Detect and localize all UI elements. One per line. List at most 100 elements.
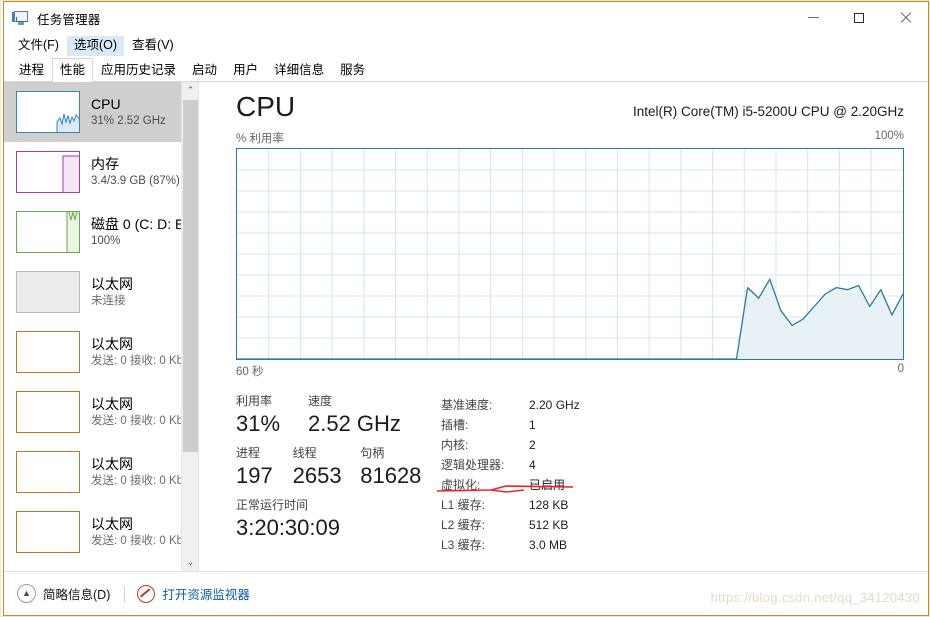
memory-thumbnail xyxy=(16,151,80,193)
disk-thumbnail xyxy=(16,211,80,253)
sidebar-item-title: 以太网 xyxy=(91,516,133,532)
sidebar-item-title: 以太网 xyxy=(91,336,133,352)
ethernet-thumbnail xyxy=(16,391,80,433)
stat-row-processes-threads-handles: 进程 197 线程 2653 句柄 81628 xyxy=(236,445,431,490)
fewer-details-button[interactable]: ▲ 简略信息(D) xyxy=(17,584,110,603)
sidebar-item-memory[interactable]: 内存 3.4/3.9 GB (87%) xyxy=(4,142,198,202)
sidebar-ethernet-text: 以太网 发送: 0 接收: 0 Kbp xyxy=(91,395,189,429)
menu-item-options[interactable]: 选项(O) xyxy=(66,35,125,56)
sidebar-item-sub: 发送: 0 接收: 0 Kbp xyxy=(91,535,190,547)
window-controls xyxy=(790,2,928,34)
sidebar-cpu-text: CPU 31% 2.52 GHz xyxy=(91,95,166,129)
spec-value: 2.20 GHz xyxy=(529,398,580,412)
ethernet-thumbnail xyxy=(16,271,80,313)
threads-label: 线程 xyxy=(292,446,317,460)
sidebar-item-sub: 未连接 xyxy=(91,295,126,307)
stats-area: 利用率 31% 速度 2.52 GHz 进程 197 线程 2653 句柄 81… xyxy=(199,379,928,555)
stat-uptime: 正常运行时间 3:20:30:09 xyxy=(236,497,431,542)
sidebar-item-title: CPU xyxy=(91,96,121,112)
tab-performance[interactable]: 性能 xyxy=(52,58,94,82)
sidebar-item-ethernet-3[interactable]: 以太网 发送: 0 接收: 0 Kbp xyxy=(4,442,198,502)
speed-label: 速度 xyxy=(308,394,333,408)
sidebar-item-cpu[interactable]: CPU 31% 2.52 GHz xyxy=(4,82,198,142)
minimize-button[interactable] xyxy=(790,2,836,33)
handles-label: 句柄 xyxy=(360,446,385,460)
ethernet-thumbnail xyxy=(16,451,80,493)
spec-key: L3 缓存: xyxy=(441,538,486,552)
minimize-icon xyxy=(807,17,819,18)
sidebar-item-ethernet-2[interactable]: 以太网 发送: 0 接收: 0 Kbp xyxy=(4,382,198,442)
sidebar-item-sub: 发送: 0 接收: 0 Kbp xyxy=(91,415,190,427)
ethernet-thumbnail xyxy=(16,331,80,373)
close-button[interactable] xyxy=(882,2,928,33)
stat-utilization: 利用率 31% xyxy=(236,393,308,438)
cpu-detail-panel: CPU Intel(R) Core(TM) i5-5200U CPU @ 2.2… xyxy=(199,82,928,571)
sidebar-disk-text: 磁盘 0 (C: D: E: 100% xyxy=(91,215,188,249)
spec-base-speed: 基准速度: 2.20 GHz xyxy=(441,395,580,415)
spec-key: L2 缓存: xyxy=(441,518,486,532)
tab-startup[interactable]: 启动 xyxy=(184,58,225,82)
threads-value: 2653 xyxy=(292,463,342,488)
spec-l1-cache: L1 缓存: 128 KB xyxy=(441,495,580,515)
spec-virtualization: 虚拟化: 已启用 xyxy=(441,475,580,495)
sidebar-ethernet-text: 以太网 发送: 0 接收: 0 Kbp xyxy=(91,455,189,489)
cpu-utilization-graph[interactable] xyxy=(236,148,904,360)
tab-users[interactable]: 用户 xyxy=(225,58,266,82)
utilization-value: 31% xyxy=(236,411,281,436)
maximize-button[interactable] xyxy=(836,2,882,33)
maximize-icon xyxy=(854,12,864,23)
tab-app-history[interactable]: 应用历史记录 xyxy=(93,58,184,82)
watermark-text: https://blog.csdn.net/qq_34120430 xyxy=(710,590,920,605)
sidebar-item-ethernet-1[interactable]: 以太网 发送: 0 接收: 0 Kbp xyxy=(4,322,198,382)
spec-key: 插槽: xyxy=(441,418,469,432)
chevron-up-icon: ▲ xyxy=(17,584,36,603)
task-manager-window: 任务管理器 文件(F) 选项(O) 查看(V) 进程 性能 应用历史记录 启动 … xyxy=(0,0,930,617)
resource-monitor-label: 打开资源监视器 xyxy=(162,588,250,602)
sidebar-item-title: 以太网 xyxy=(91,276,133,292)
spec-value: 128 KB xyxy=(529,498,569,512)
ethernet-thumbnail xyxy=(16,511,80,553)
spec-key: 内核: xyxy=(441,438,469,452)
window-frame: 任务管理器 文件(F) 选项(O) 查看(V) 进程 性能 应用历史记录 启动 … xyxy=(3,1,929,616)
sidebar-item-title: 内存 xyxy=(91,156,119,172)
y-axis-max-label: 100% xyxy=(874,130,904,142)
stats-left-column: 利用率 31% 速度 2.52 GHz 进程 197 线程 2653 句柄 81… xyxy=(236,393,431,555)
sidebar-scrollbar[interactable]: ⌃ ⌄ xyxy=(181,82,198,571)
menu-item-view[interactable]: 查看(V) xyxy=(125,36,181,56)
spec-logical-processors: 逻辑处理器: 4 xyxy=(441,455,580,475)
scroll-down-arrow-icon[interactable]: ⌄ xyxy=(182,554,198,571)
menu-item-file[interactable]: 文件(F) xyxy=(11,36,66,56)
spec-value: 已启用 xyxy=(529,478,566,492)
panel-header: CPU Intel(R) Core(TM) i5-5200U CPU @ 2.2… xyxy=(199,82,928,124)
x-axis-left-label: 60 秒 xyxy=(236,366,264,378)
tab-services[interactable]: 服务 xyxy=(332,58,373,82)
spec-l3-cache: L3 缓存: 3.0 MB xyxy=(441,535,580,555)
sidebar-item-ethernet-4[interactable]: 以太网 发送: 0 接收: 0 Kbp xyxy=(4,502,198,562)
spec-key: L1 缓存: xyxy=(441,498,486,512)
sidebar-item-sub: 31% 2.52 GHz xyxy=(91,115,166,127)
task-manager-icon xyxy=(12,9,30,27)
sidebar-item-sub: 3.4/3.9 GB (87%) xyxy=(91,175,180,187)
sidebar-item-title: 以太网 xyxy=(91,456,133,472)
sidebar-item-ethernet-disconnected[interactable]: 以太网 未连接 xyxy=(4,262,198,322)
sidebar-item-disk[interactable]: 磁盘 0 (C: D: E: 100% xyxy=(4,202,198,262)
cpu-usage-line xyxy=(237,278,903,359)
tab-processes[interactable]: 进程 xyxy=(11,58,52,82)
spec-cores: 内核: 2 xyxy=(441,435,580,455)
uptime-label: 正常运行时间 xyxy=(236,498,309,512)
scroll-up-arrow-icon[interactable]: ⌃ xyxy=(182,82,198,99)
graph-axis-bottom: 60 秒 0 xyxy=(199,360,928,379)
sidebar-ethernet-text: 以太网 发送: 0 接收: 0 Kbp xyxy=(91,335,189,369)
cpu-graph-container xyxy=(236,148,904,360)
uptime-value: 3:20:30:09 xyxy=(236,515,340,540)
stats-right-column: 基准速度: 2.20 GHz 插槽: 1 内核: 2 逻辑处理器: 4 虚拟化:… xyxy=(436,393,580,555)
menu-bar: 文件(F) 选项(O) 查看(V) xyxy=(4,34,928,57)
sidebar-item-title: 以太网 xyxy=(91,396,133,412)
processes-value: 197 xyxy=(236,463,273,488)
open-resource-monitor-button[interactable]: 打开资源监视器 xyxy=(137,584,250,603)
spec-key: 基准速度: xyxy=(441,398,493,412)
sidebar-item-sub: 发送: 0 接收: 0 Kbp xyxy=(91,475,190,487)
page-title: CPU xyxy=(236,91,296,122)
scrollbar-thumb[interactable] xyxy=(183,100,198,452)
tab-details[interactable]: 详细信息 xyxy=(266,58,332,82)
